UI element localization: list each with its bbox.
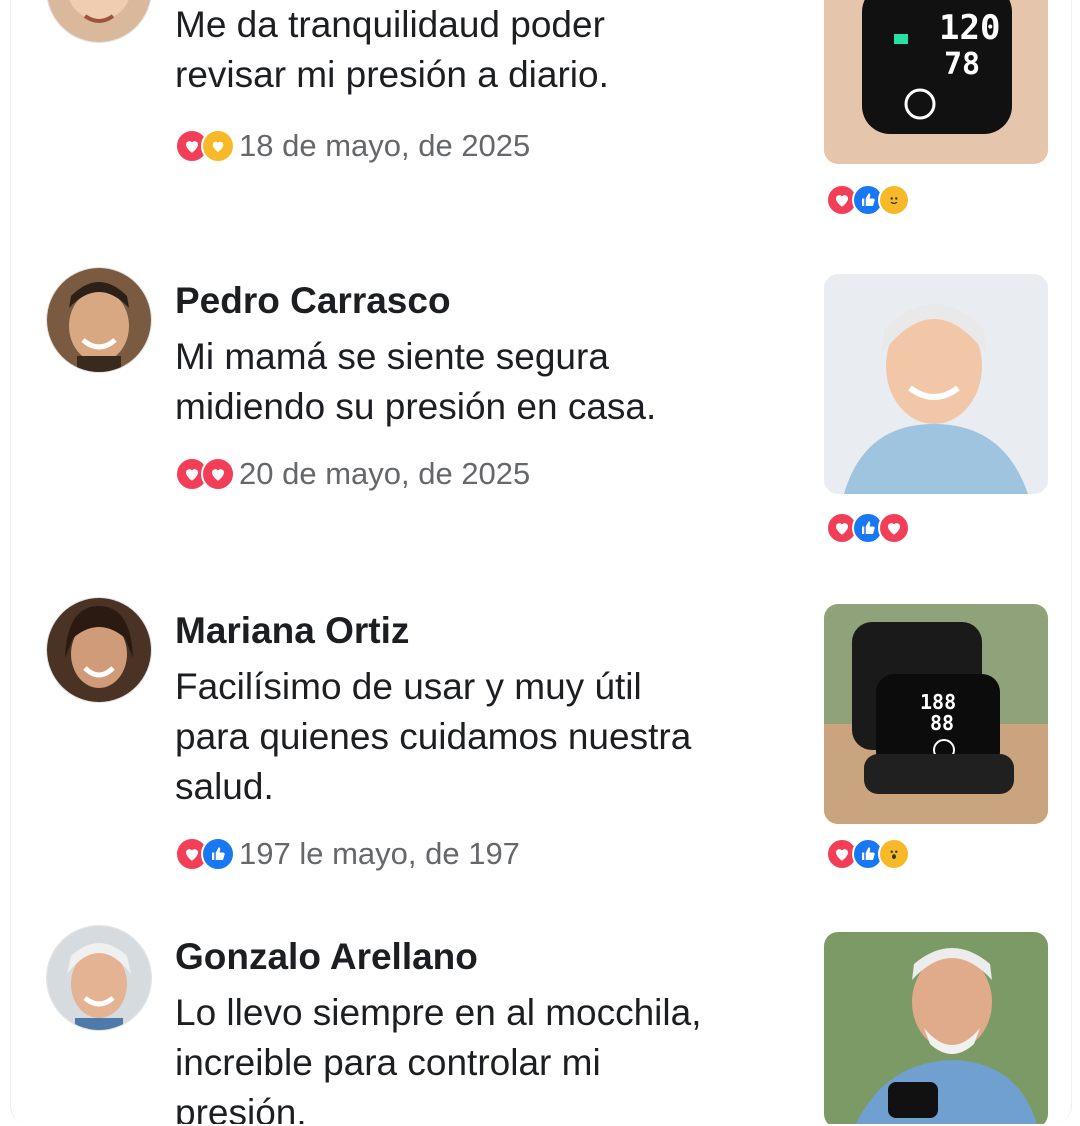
testimonial-post: Pedro Carrasco Mi mamá se siente segura …	[11, 268, 1071, 568]
post-text-line: Lo llevo siempre en al mocchila,	[175, 992, 702, 1033]
avatar[interactable]	[47, 926, 151, 1030]
blood-pressure-monitor-wrist-photo[interactable]: 120 78	[824, 0, 1048, 164]
svg-text:88: 88	[930, 711, 954, 735]
post-text-line: para quienes cuidamos nuestra	[175, 716, 692, 757]
like-icon[interactable]	[201, 837, 235, 871]
avatar[interactable]	[47, 268, 151, 372]
author-name[interactable]: Gonzalo Arellano	[175, 936, 478, 978]
testimonial-feed: Me da tranquilidaud poder revisar mi pre…	[10, 0, 1072, 1124]
post-date: 197 le mayo, de 197	[239, 836, 520, 871]
avatar[interactable]	[47, 0, 151, 42]
post-text: Facilísimo de usar y muy útil para quien…	[175, 662, 795, 812]
author-name[interactable]: Pedro Carrasco	[175, 280, 451, 322]
image-reactions	[826, 836, 910, 872]
post-text-line: Facilísimo de usar y muy útil	[175, 666, 642, 707]
svg-text:120: 120	[939, 8, 1000, 48]
love-icon[interactable]	[201, 457, 235, 491]
post-date: 20 de mayo, de 2025	[239, 456, 531, 491]
post-text-line: increible para controlar mi	[175, 1042, 601, 1083]
image-reactions	[826, 182, 910, 218]
post-text: Me da tranquilidaud poder revisar mi pre…	[175, 0, 795, 100]
post-meta: 18 de mayo, de 2025	[175, 128, 530, 164]
post-text-line: midiendo su presión en casa.	[175, 386, 657, 427]
testimonial-post: Me da tranquilidaud poder revisar mi pre…	[11, 0, 1071, 240]
post-meta: 20 de mayo, de 2025	[175, 456, 530, 492]
post-text: Lo llevo siempre en al mocchila, increib…	[175, 988, 795, 1124]
post-meta: 197 le mayo, de 197	[175, 836, 520, 872]
post-date: 18 de mayo, de 2025	[239, 128, 531, 163]
post-text-line: Me da tranquilidaud poder	[175, 4, 605, 45]
care-icon[interactable]	[878, 184, 910, 216]
post-text-line: revisar mi presión a diario.	[175, 50, 795, 100]
image-reactions	[826, 510, 910, 546]
care-icon[interactable]	[201, 129, 235, 163]
avatar[interactable]	[47, 598, 151, 702]
testimonial-post: Mariana Ortiz Facilísimo de usar y muy ú…	[11, 598, 1071, 898]
elderly-man-wearing-monitor-photo[interactable]	[824, 932, 1048, 1124]
testimonial-post: Gonzalo Arellano Lo llevo siempre en al …	[11, 924, 1071, 1124]
post-text-line: presión.	[175, 1092, 307, 1124]
smiling-elderly-woman-photo[interactable]	[824, 274, 1048, 494]
post-text-line-2: revisar mi presión a diario.	[175, 54, 609, 95]
svg-text:78: 78	[944, 47, 980, 82]
post-text-line: Mi mamá se siente segura	[175, 336, 609, 377]
post-text-line: salud.	[175, 766, 274, 807]
author-name[interactable]: Mariana Ortiz	[175, 610, 409, 652]
monitor-in-case-photo[interactable]: 188 88	[824, 604, 1048, 824]
wow-icon[interactable]	[878, 838, 910, 870]
post-text: Mi mamá se siente segura midiendo su pre…	[175, 332, 795, 432]
love-icon[interactable]	[878, 512, 910, 544]
